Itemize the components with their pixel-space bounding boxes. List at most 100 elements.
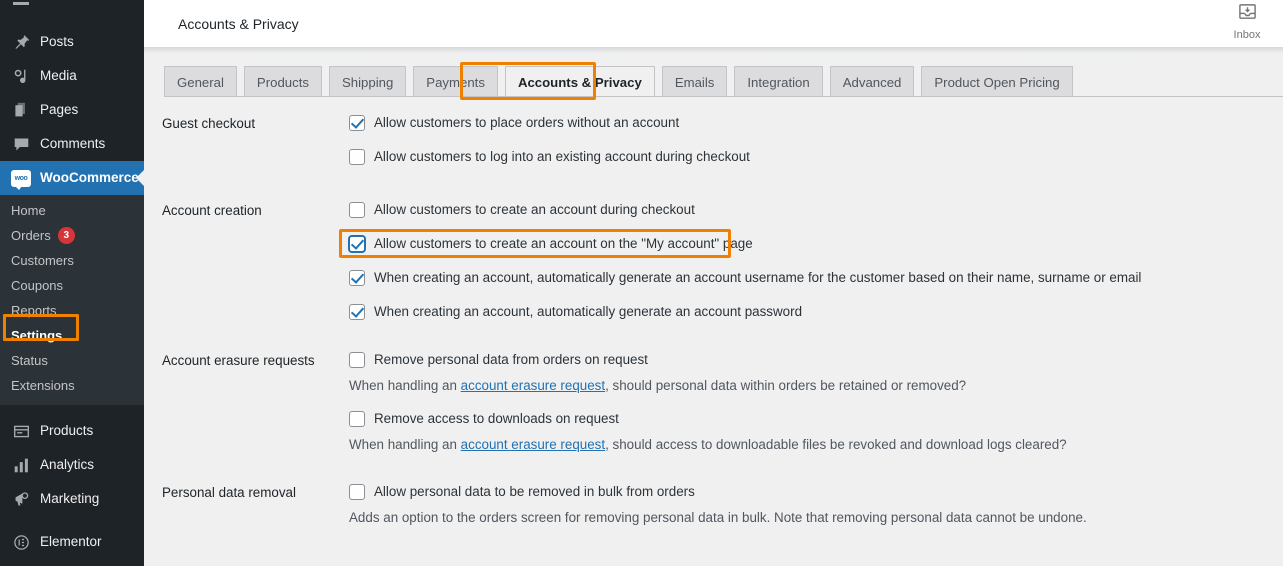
section-label: Guest checkout bbox=[162, 116, 256, 131]
inbox-icon bbox=[1238, 2, 1257, 26]
sidebar-item-label: Posts bbox=[40, 34, 74, 50]
sidebar-item-label: Marketing bbox=[40, 491, 100, 507]
checkbox-row[interactable]: When creating an account, automatically … bbox=[349, 269, 1283, 286]
sidebar-item-elementor[interactable]: Elementor bbox=[0, 525, 144, 559]
tab-emails[interactable]: Emails bbox=[661, 66, 728, 97]
woocommerce-submenu: Home Orders 3 Customers Coupons Reports … bbox=[0, 195, 144, 405]
media-icon bbox=[11, 66, 31, 86]
section-account-creation: Account creation Allow customers to crea… bbox=[144, 201, 1283, 337]
tab-label: Shipping bbox=[341, 74, 394, 90]
page-title: Accounts & Privacy bbox=[178, 15, 299, 32]
tab-accounts-privacy[interactable]: Accounts & Privacy bbox=[504, 66, 655, 97]
guest-checkout-place-orders-checkbox[interactable] bbox=[349, 114, 365, 131]
tab-products[interactable]: Products bbox=[243, 66, 322, 97]
checkbox-label[interactable]: When creating an account, automatically … bbox=[374, 269, 1141, 286]
checkbox-label[interactable]: Remove access to downloads on request bbox=[374, 410, 619, 427]
tab-label: Accounts & Privacy bbox=[517, 74, 642, 90]
account-creation-generate-password-checkbox[interactable] bbox=[349, 303, 365, 320]
checkbox-row[interactable]: Remove access to downloads on request bbox=[349, 410, 1283, 427]
checkbox-row[interactable]: Allow customers to place orders without … bbox=[349, 114, 1283, 131]
account-erasure-request-link[interactable]: account erasure request bbox=[461, 378, 605, 393]
sidebar-subitem-status[interactable]: Status bbox=[0, 348, 144, 373]
tab-advanced[interactable]: Advanced bbox=[829, 66, 915, 97]
sidebar-item-dashboard-partial[interactable] bbox=[0, 0, 144, 16]
checkbox-row[interactable]: Allow customers to create an account dur… bbox=[349, 201, 1283, 218]
marketing-icon bbox=[11, 489, 31, 509]
account-creation-during-checkout-checkbox[interactable] bbox=[349, 201, 365, 218]
submenu-label: Home bbox=[11, 203, 46, 218]
analytics-icon bbox=[11, 455, 31, 475]
checkbox-row[interactable]: Remove personal data from orders on requ… bbox=[349, 351, 1283, 368]
checkbox-label[interactable]: Allow customers to log into an existing … bbox=[374, 148, 750, 165]
tab-shipping[interactable]: Shipping bbox=[328, 66, 407, 97]
erasure-personal-data-description: When handling an account erasure request… bbox=[349, 377, 1283, 394]
personal-data-bulk-removal-checkbox[interactable] bbox=[349, 483, 365, 500]
erasure-remove-downloads-access-checkbox[interactable] bbox=[349, 410, 365, 427]
tab-label: Payments bbox=[426, 74, 485, 90]
sidebar-item-posts[interactable]: Posts bbox=[0, 25, 144, 59]
sidebar-item-label: Comments bbox=[40, 136, 106, 152]
tab-label: Product Open Pricing bbox=[934, 74, 1060, 90]
tabs-divider bbox=[164, 96, 1283, 97]
checkbox-label[interactable]: Allow customers to create an account dur… bbox=[374, 201, 695, 218]
tab-general[interactable]: General bbox=[164, 66, 237, 97]
sidebar-item-products[interactable]: Products bbox=[0, 414, 144, 448]
sidebar-subitem-extensions[interactable]: Extensions bbox=[0, 373, 144, 398]
sidebar-subitem-customers[interactable]: Customers bbox=[0, 248, 144, 273]
checkbox-row[interactable]: Allow customers to log into an existing … bbox=[349, 148, 1283, 165]
sidebar-subitem-home[interactable]: Home bbox=[0, 198, 144, 223]
desc-text-after: , should access to downloadable files be… bbox=[605, 437, 1067, 452]
guest-checkout-login-existing-checkbox[interactable] bbox=[349, 148, 365, 165]
sidebar-item-label: Media bbox=[40, 68, 77, 84]
sidebar-subitem-reports[interactable]: Reports bbox=[0, 298, 144, 323]
sidebar-item-marketing[interactable]: Marketing bbox=[0, 482, 144, 516]
sidebar-item-label: Pages bbox=[40, 102, 79, 118]
sidebar-item-media[interactable]: Media bbox=[0, 59, 144, 93]
account-creation-generate-username-checkbox[interactable] bbox=[349, 269, 365, 286]
sidebar-item-pages[interactable]: Pages bbox=[0, 93, 144, 127]
sidebar-subitem-coupons[interactable]: Coupons bbox=[0, 273, 144, 298]
tab-label: General bbox=[177, 74, 224, 90]
dashboard-icon bbox=[11, 0, 31, 18]
tab-integration[interactable]: Integration bbox=[734, 66, 823, 97]
sidebar-subitem-settings[interactable]: Settings bbox=[0, 323, 144, 348]
tab-payments[interactable]: Payments bbox=[413, 66, 498, 97]
admin-sidebar: Posts Media Pages Comments woo WooCommer… bbox=[0, 0, 144, 566]
checkbox-label[interactable]: Remove personal data from orders on requ… bbox=[374, 351, 648, 368]
sidebar-item-analytics[interactable]: Analytics bbox=[0, 448, 144, 482]
erasure-downloads-description: When handling an account erasure request… bbox=[349, 436, 1283, 453]
sidebar-item-label: Elementor bbox=[40, 534, 102, 550]
section-label: Account creation bbox=[162, 203, 262, 218]
page-header: Accounts & Privacy Inbox bbox=[144, 0, 1283, 47]
header-shadow bbox=[144, 47, 1283, 56]
sidebar-subitem-orders[interactable]: Orders 3 bbox=[0, 223, 144, 248]
checkbox-label[interactable]: When creating an account, automatically … bbox=[374, 303, 802, 320]
checkbox-label[interactable]: Allow customers to place orders without … bbox=[374, 114, 679, 131]
sidebar-item-woocommerce[interactable]: woo WooCommerce bbox=[0, 161, 144, 195]
comments-icon bbox=[11, 134, 31, 154]
submenu-label: Settings bbox=[11, 328, 63, 343]
checkbox-label[interactable]: Allow personal data to be removed in bul… bbox=[374, 483, 695, 500]
desc-text-before: When handling an bbox=[349, 378, 461, 393]
account-creation-my-account-page-checkbox[interactable] bbox=[349, 235, 365, 252]
sidebar-item-comments[interactable]: Comments bbox=[0, 127, 144, 161]
checkbox-row[interactable]: Allow personal data to be removed in bul… bbox=[349, 483, 1283, 500]
tab-label: Integration bbox=[747, 74, 810, 90]
checkbox-row[interactable]: When creating an account, automatically … bbox=[349, 303, 1283, 320]
checkbox-row-highlighted[interactable]: Allow customers to create an account on … bbox=[339, 229, 1283, 258]
tab-product-open-pricing[interactable]: Product Open Pricing bbox=[921, 66, 1073, 97]
sidebar-item-templates[interactable]: Templates bbox=[0, 559, 144, 566]
tab-label: Advanced bbox=[842, 74, 902, 90]
tab-label: Emails bbox=[674, 74, 715, 90]
sidebar-item-label: Products bbox=[40, 423, 94, 439]
submenu-label: Coupons bbox=[11, 278, 64, 293]
tab-label: Products bbox=[256, 74, 309, 90]
inbox-label: Inbox bbox=[1233, 29, 1261, 41]
checkbox-label[interactable]: Allow customers to create an account on … bbox=[374, 235, 753, 252]
pages-icon bbox=[11, 100, 31, 120]
orders-count-badge: 3 bbox=[57, 227, 75, 244]
account-erasure-request-link[interactable]: account erasure request bbox=[461, 437, 605, 452]
products-icon bbox=[11, 421, 31, 441]
inbox-button[interactable]: Inbox bbox=[1225, 2, 1269, 41]
erasure-remove-personal-data-checkbox[interactable] bbox=[349, 351, 365, 368]
